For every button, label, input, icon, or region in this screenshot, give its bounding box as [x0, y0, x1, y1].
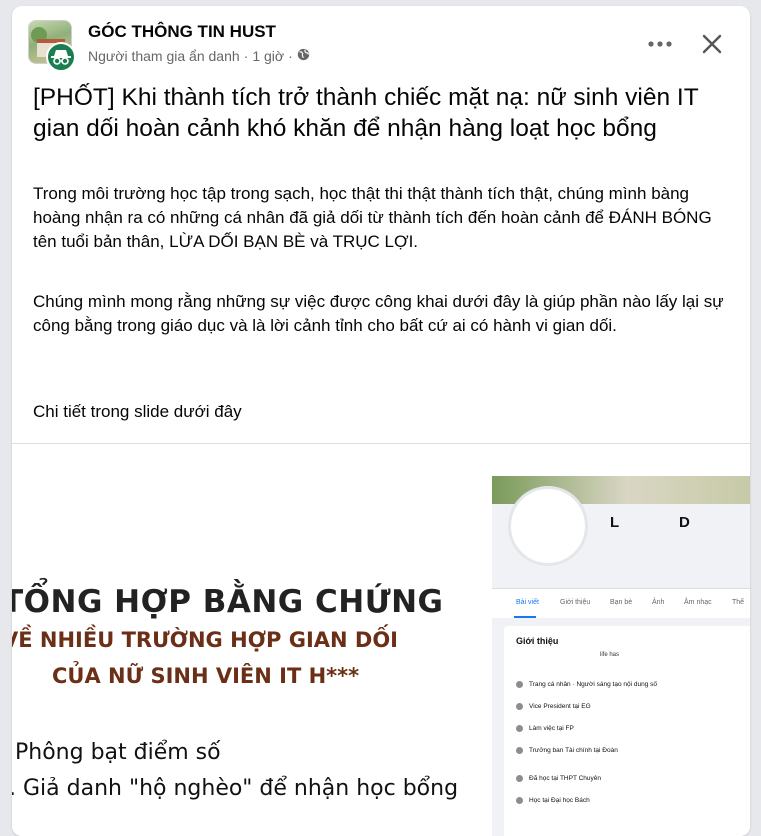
profile-tab-photos: Ảnh [652, 599, 665, 606]
group-name[interactable]: GÓC THÔNG TIN HUST [88, 22, 276, 42]
active-tab-indicator [514, 616, 536, 618]
slide-subtitle-1: VỀ NHIỀU TRƯỜNG HỢP GIAN DỐI [12, 628, 398, 652]
intro-line: Vice President tại EG [516, 700, 591, 712]
school-icon [516, 796, 523, 804]
post-time[interactable]: 1 giờ [252, 48, 284, 64]
meta-separator-2: · [288, 48, 293, 64]
post-paragraph-1: Trong môi trường học tập trong sạch, học… [33, 184, 712, 251]
more-options-button[interactable] [642, 30, 678, 58]
intro-line: Đã học tại THPT Chuyên [516, 772, 601, 784]
profile-name: L D [610, 514, 718, 531]
school-icon [516, 774, 523, 782]
profile-tab-posts: Bài viết [516, 599, 539, 606]
post-media[interactable]: TỔNG HỢP BẰNG CHỨNG VỀ NHIỀU TRƯỜNG HỢP … [12, 444, 750, 836]
post-title: [PHỐT] Khi thành tích trở thành chiếc mặ… [33, 84, 699, 142]
briefcase-icon [516, 724, 523, 732]
info-icon [516, 680, 523, 688]
post-paragraph-3: Chi tiết trong slide dưới đây [33, 402, 242, 421]
close-icon [702, 34, 722, 54]
post-header: GÓC THÔNG TIN HUST Người tham gia ẩn dan… [28, 20, 734, 74]
group-avatar-wrap[interactable] [28, 20, 76, 72]
briefcase-icon [516, 746, 523, 754]
profile-tab-more: Thể [732, 599, 745, 606]
meta-separator: · [243, 48, 249, 64]
close-button[interactable] [696, 28, 728, 60]
intro-line: Trang cá nhân · Người sáng tạo nội dung … [516, 678, 657, 690]
slide-headline: TỔNG HỢP BẰNG CHỨNG [12, 584, 444, 620]
slide-bullet-2: . Giả danh "hộ nghèo" để nhận học bổng [12, 776, 459, 801]
intro-line: Trưởng ban Tài chính tại Đoàn [516, 744, 618, 756]
incognito-icon [46, 42, 76, 72]
intro-line: Học tại Đại học Bách [516, 794, 590, 806]
intro-line: Làm việc tại FP [516, 722, 574, 734]
profile-tab-about: Giới thiệu [560, 599, 591, 606]
more-horizontal-icon [648, 41, 672, 47]
intro-title: Giới thiệu [516, 636, 559, 646]
post-paragraph-2: Chúng mình mong rằng những sự việc được … [33, 292, 724, 335]
profile-tabs: Bài viết Giới thiệu Bạn bè Ảnh Âm nhạc T… [492, 588, 750, 618]
post-meta: Người tham gia ẩn danh · 1 giờ · [88, 48, 310, 64]
intro-bio: life has [600, 652, 620, 658]
profile-tab-music: Âm nhạc [684, 599, 712, 606]
globe-icon[interactable] [297, 48, 310, 64]
profile-tab-friends: Bạn bè [610, 599, 633, 606]
profile-screenshot: L D Bài viết Giới thiệu Bạn bè Ảnh Âm nh… [492, 476, 750, 836]
slide-bullet-1: Phông bạt điểm số [15, 740, 221, 765]
post-card: GÓC THÔNG TIN HUST Người tham gia ẩn dan… [12, 6, 750, 836]
author-label[interactable]: Người tham gia ẩn danh [88, 48, 240, 64]
profile-intro: Giới thiệu life has Trang cá nhân · Ngườ… [504, 626, 750, 836]
slide-subtitle-2: CỦA NỮ SINH VIÊN IT H*** [52, 664, 360, 688]
briefcase-icon [516, 702, 523, 710]
profile-avatar [508, 486, 588, 566]
